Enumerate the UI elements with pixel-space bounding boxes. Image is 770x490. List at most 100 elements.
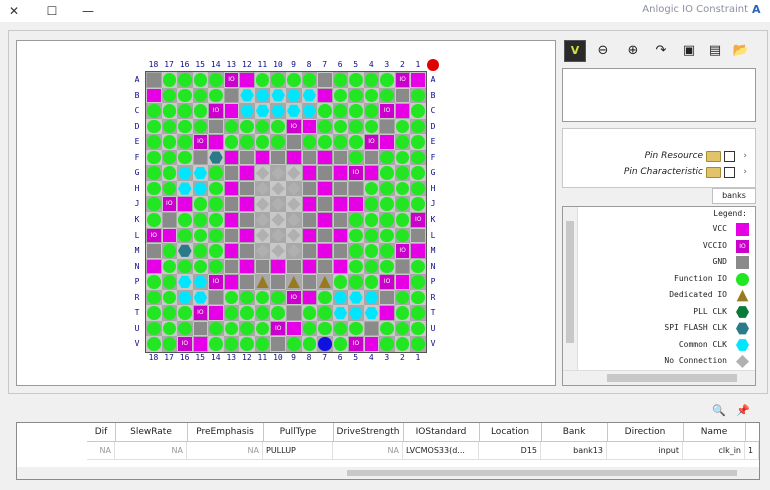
- row-number[interactable]: 1: [745, 442, 759, 460]
- pin-cell[interactable]: [177, 305, 193, 321]
- pin-cell[interactable]: [223, 87, 240, 104]
- pin-cell[interactable]: IO: [286, 289, 302, 306]
- pin-cell[interactable]: [363, 336, 380, 352]
- pin-cell[interactable]: [317, 196, 333, 212]
- pin-cell[interactable]: [348, 305, 364, 321]
- pin-cell[interactable]: [348, 274, 364, 290]
- pin-cell[interactable]: [254, 258, 271, 275]
- pin-cell[interactable]: [410, 243, 426, 259]
- pin-cell[interactable]: [301, 149, 318, 166]
- pin-cell[interactable]: [317, 118, 333, 135]
- pin-cell[interactable]: [348, 243, 364, 259]
- pin-cell[interactable]: IO: [161, 196, 178, 212]
- pin-cell[interactable]: [317, 149, 333, 166]
- pin-cell[interactable]: [192, 212, 209, 228]
- pin-cell[interactable]: [379, 258, 395, 275]
- pin-cell[interactable]: [301, 336, 318, 352]
- pin-cell[interactable]: [254, 87, 271, 104]
- pin-cell[interactable]: [161, 336, 178, 352]
- pin-cell[interactable]: [177, 180, 193, 197]
- search-icon[interactable]: 🔍: [712, 404, 726, 417]
- pin-cell[interactable]: [363, 180, 380, 197]
- pin-cell[interactable]: [177, 258, 193, 275]
- pin-cell[interactable]: [254, 320, 271, 337]
- pin-cell[interactable]: [192, 274, 209, 290]
- pin-cell[interactable]: [239, 320, 255, 337]
- pin-cell[interactable]: [301, 165, 318, 181]
- pin-cell[interactable]: [348, 180, 364, 197]
- pin-cell[interactable]: [410, 180, 426, 197]
- pin-cell[interactable]: [177, 320, 193, 337]
- pin-cell[interactable]: [301, 243, 318, 259]
- legend-vertical-scrollbar[interactable]: [563, 207, 578, 371]
- pin-cell[interactable]: [239, 196, 255, 212]
- pin-cell[interactable]: [332, 118, 349, 135]
- minimize-window-button[interactable]: —: [74, 2, 102, 20]
- pin-cell[interactable]: [254, 134, 271, 150]
- pin-cell[interactable]: IO: [394, 72, 411, 88]
- pin-cell[interactable]: [223, 118, 240, 135]
- pin-cell[interactable]: [332, 212, 349, 228]
- pin-cell[interactable]: [410, 72, 426, 88]
- pin-cell[interactable]: [270, 149, 286, 166]
- pin-cell[interactable]: [286, 72, 302, 88]
- pin-cell[interactable]: [192, 87, 209, 104]
- pin-cell[interactable]: [161, 227, 178, 244]
- pin-cell[interactable]: [348, 289, 364, 306]
- pin-cell[interactable]: [379, 72, 395, 88]
- pin-cell[interactable]: [332, 149, 349, 166]
- pin-cell[interactable]: [379, 180, 395, 197]
- pin-cell[interactable]: [301, 289, 318, 306]
- pin-cell[interactable]: [286, 258, 302, 275]
- pin-cell[interactable]: [410, 320, 426, 337]
- save-as-button[interactable]: ▤: [704, 40, 726, 62]
- pin-cell[interactable]: [161, 258, 178, 275]
- pin-cell[interactable]: [379, 320, 395, 337]
- pin-cell[interactable]: [146, 305, 162, 321]
- pin-cell[interactable]: [348, 196, 364, 212]
- pin-cell[interactable]: [270, 289, 286, 306]
- pin-cell[interactable]: [379, 336, 395, 352]
- pin-cell[interactable]: [410, 305, 426, 321]
- pin-cell[interactable]: [254, 118, 271, 135]
- pin-cell[interactable]: [161, 243, 178, 259]
- pin-cell[interactable]: [161, 320, 178, 337]
- pin-cell[interactable]: [223, 227, 240, 244]
- redo-button[interactable]: ↷: [650, 40, 672, 62]
- tab-banks[interactable]: banks: [712, 188, 756, 204]
- pin-cell[interactable]: [317, 212, 333, 228]
- pin-cell[interactable]: IO: [146, 227, 162, 244]
- pin-cell[interactable]: [301, 118, 318, 135]
- pin-cell[interactable]: [146, 165, 162, 181]
- pin-cell[interactable]: [394, 149, 411, 166]
- pin-cell[interactable]: [254, 289, 271, 306]
- pin-cell[interactable]: [363, 227, 380, 244]
- pin-cell[interactable]: [363, 103, 380, 119]
- column-header[interactable]: Dif: [87, 423, 116, 442]
- pin-cell[interactable]: [270, 103, 286, 119]
- pin-cell[interactable]: [394, 320, 411, 337]
- pin-cell[interactable]: [146, 274, 162, 290]
- pin-cell[interactable]: [192, 196, 209, 212]
- pin-cell[interactable]: [146, 196, 162, 212]
- pin-cell[interactable]: [270, 243, 286, 259]
- table-cell[interactable]: NA: [333, 442, 403, 460]
- pin-cell[interactable]: [379, 212, 395, 228]
- pin-cell[interactable]: [394, 258, 411, 275]
- pin-cell[interactable]: [332, 87, 349, 104]
- pin-cell[interactable]: [394, 227, 411, 244]
- pin-cell[interactable]: [270, 72, 286, 88]
- pin-cell[interactable]: [208, 243, 224, 259]
- pin-cell[interactable]: [177, 274, 193, 290]
- chevron-right-icon[interactable]: ›: [743, 149, 747, 163]
- pin-cell[interactable]: [410, 289, 426, 306]
- pin-cell[interactable]: [208, 336, 224, 352]
- pin-cell[interactable]: [161, 289, 178, 306]
- pin-cell[interactable]: [317, 227, 333, 244]
- pin-cell[interactable]: [208, 149, 224, 166]
- pin-cell[interactable]: [223, 274, 240, 290]
- pin-cell[interactable]: [301, 196, 318, 212]
- pin-cell[interactable]: [254, 103, 271, 119]
- pin-cell[interactable]: [270, 165, 286, 181]
- pin-cell[interactable]: [208, 289, 224, 306]
